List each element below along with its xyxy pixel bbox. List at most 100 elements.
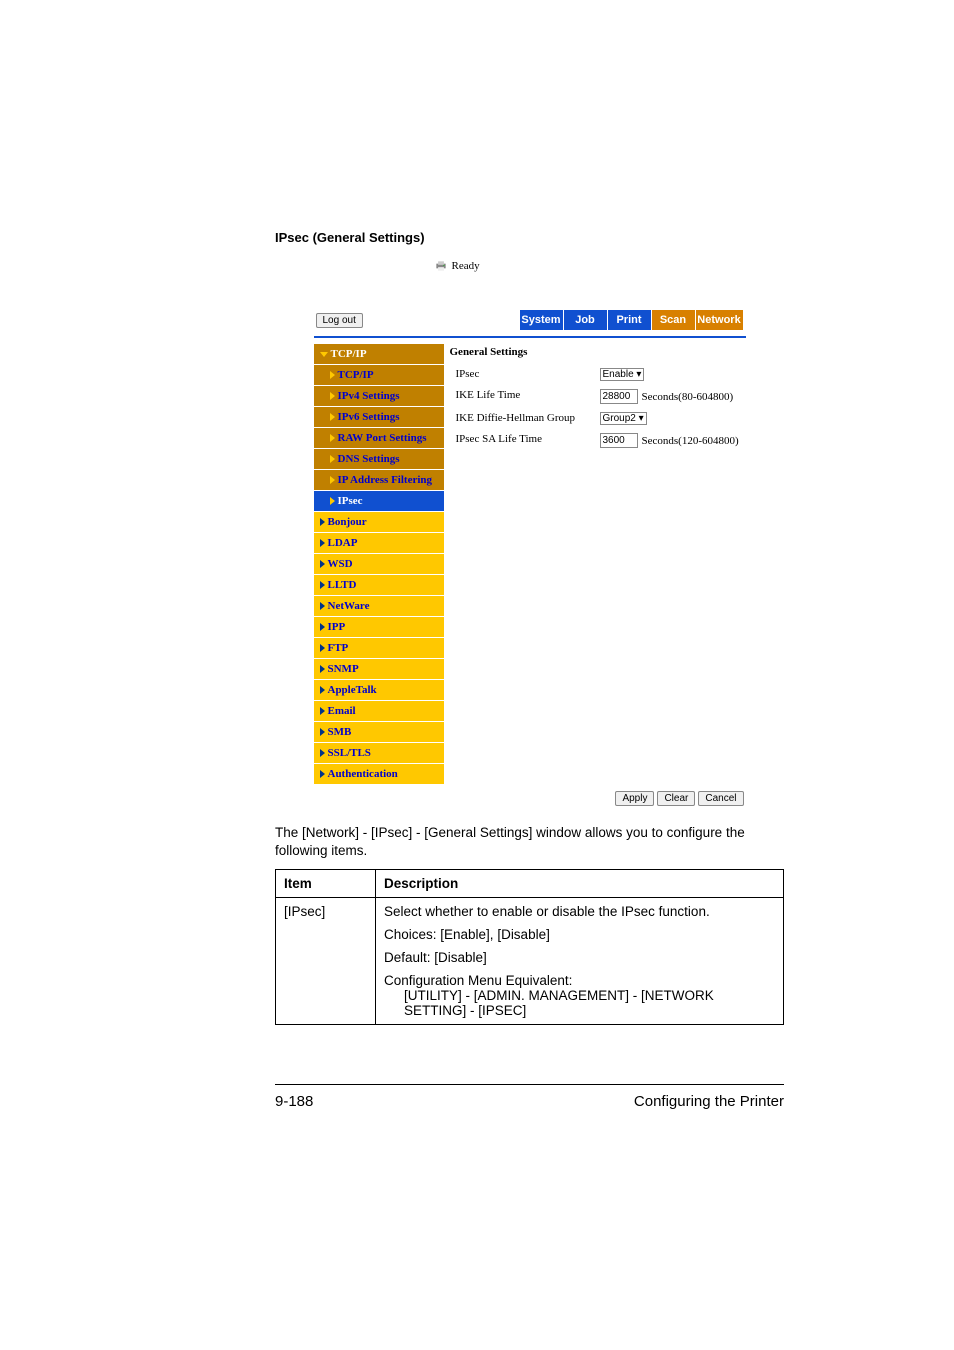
sidebar-item-label: TCP/IP	[338, 369, 374, 381]
sidebar-item-smb[interactable]: SMB	[314, 722, 444, 743]
sidebar-item-label: RAW Port Settings	[338, 432, 427, 444]
cfg-path: [UTILITY] - [ADMIN. MANAGEMENT] - [NETWO…	[384, 988, 775, 1018]
table-header-desc: Description	[376, 870, 784, 898]
desc-line: Default: [Disable]	[384, 950, 775, 965]
page-number: 9-188	[275, 1093, 313, 1110]
desc-line: Select whether to enable or disable the …	[384, 904, 775, 919]
sa-suffix: Seconds(120-604800)	[642, 435, 739, 447]
sidebar-item-label: IPv4 Settings	[338, 390, 400, 402]
tab-scan[interactable]: Scan	[652, 310, 696, 330]
sidebar-item-snmp[interactable]: SNMP	[314, 659, 444, 680]
triangle-icon	[320, 602, 325, 610]
form-label-sa: IPsec SA Life Time	[450, 433, 600, 448]
section-heading: IPsec (General Settings)	[275, 230, 784, 245]
sidebar-item-label: FTP	[328, 642, 349, 654]
sidebar-item-label: IP Address Filtering	[338, 474, 433, 486]
divider	[314, 336, 746, 338]
tab-network[interactable]: Network	[696, 310, 744, 330]
sidebar-item-label: WSD	[328, 558, 353, 570]
form-label-ike: IKE Life Time	[450, 389, 600, 404]
dh-group-select[interactable]: Group2 ▾	[600, 412, 647, 425]
sidebar-item-label: LDAP	[328, 537, 358, 549]
sidebar-item-ssltls[interactable]: SSL/TLS	[314, 743, 444, 764]
sidebar-item-label: SSL/TLS	[328, 747, 371, 759]
triangle-icon	[320, 749, 325, 757]
sidebar-item-label: Authentication	[328, 768, 398, 780]
triangle-icon	[320, 518, 325, 526]
sidebar-item-label: AppleTalk	[328, 684, 377, 696]
ike-suffix: Seconds(80-604800)	[642, 391, 734, 403]
embedded-screenshot: Ready Log out System Job Print Scan Netw…	[314, 257, 746, 806]
sidebar-group-tcpip[interactable]: TCP/IP	[314, 344, 444, 365]
triangle-icon	[330, 371, 335, 379]
triangle-icon	[330, 497, 335, 505]
triangle-icon	[320, 707, 325, 715]
sidebar-item-tcpip[interactable]: TCP/IP	[314, 365, 444, 386]
triangle-icon	[330, 392, 335, 400]
clear-button[interactable]: Clear	[657, 791, 695, 806]
sidebar-item-label: IPv6 Settings	[338, 411, 400, 423]
triangle-icon	[320, 770, 325, 778]
select-value: Enable	[603, 369, 634, 380]
info-table: Item Description [IPsec] Select whether …	[275, 869, 784, 1025]
sa-life-input[interactable]	[600, 433, 638, 448]
sidebar-item-ftp[interactable]: FTP	[314, 638, 444, 659]
sidebar: TCP/IP TCP/IP IPv4 Settings IPv6 Setting…	[314, 344, 444, 785]
sidebar-item-lltd[interactable]: LLTD	[314, 575, 444, 596]
sidebar-item-email[interactable]: Email	[314, 701, 444, 722]
table-cell-item: [IPsec]	[276, 898, 376, 1025]
triangle-icon	[320, 560, 325, 568]
sidebar-item-wsd[interactable]: WSD	[314, 554, 444, 575]
logout-button[interactable]: Log out	[316, 313, 363, 328]
sidebar-item-ldap[interactable]: LDAP	[314, 533, 444, 554]
select-value: Group2	[603, 413, 636, 424]
triangle-icon	[320, 539, 325, 547]
table-row: [IPsec] Select whether to enable or disa…	[276, 898, 784, 1025]
tab-job[interactable]: Job	[564, 310, 608, 330]
sidebar-item-ipv6[interactable]: IPv6 Settings	[314, 407, 444, 428]
sidebar-item-label: IPsec	[338, 495, 363, 507]
sidebar-item-dns[interactable]: DNS Settings	[314, 449, 444, 470]
ike-life-input[interactable]	[600, 389, 638, 404]
sidebar-item-bonjour[interactable]: Bonjour	[314, 512, 444, 533]
triangle-icon	[320, 686, 325, 694]
sidebar-item-netware[interactable]: NetWare	[314, 596, 444, 617]
triangle-icon	[330, 455, 335, 463]
description-text: The [Network] - [IPsec] - [General Setti…	[275, 824, 784, 859]
status-label: Ready	[452, 260, 480, 272]
triangle-icon	[330, 413, 335, 421]
chevron-down-icon	[320, 352, 328, 357]
sidebar-item-auth[interactable]: Authentication	[314, 764, 444, 785]
footer-title: Configuring the Printer	[634, 1093, 784, 1110]
sidebar-item-label: NetWare	[328, 600, 370, 612]
triangle-icon	[330, 434, 335, 442]
content-title: General Settings	[450, 346, 746, 358]
triangle-icon	[320, 644, 325, 652]
tab-bar: System Job Print Scan Network	[520, 310, 744, 330]
sidebar-item-label: LLTD	[328, 579, 357, 591]
table-cell-desc: Select whether to enable or disable the …	[376, 898, 784, 1025]
apply-button[interactable]: Apply	[615, 791, 654, 806]
sidebar-item-ipfilter[interactable]: IP Address Filtering	[314, 470, 444, 491]
sidebar-item-raw[interactable]: RAW Port Settings	[314, 428, 444, 449]
sidebar-item-ipp[interactable]: IPP	[314, 617, 444, 638]
triangle-icon	[320, 623, 325, 631]
desc-line: Choices: [Enable], [Disable]	[384, 927, 775, 942]
ipsec-select[interactable]: Enable ▾	[600, 368, 645, 381]
tab-print[interactable]: Print	[608, 310, 652, 330]
triangle-icon	[320, 728, 325, 736]
sidebar-item-label: IPP	[328, 621, 346, 633]
sidebar-item-label: Email	[328, 705, 356, 717]
sidebar-item-ipv4[interactable]: IPv4 Settings	[314, 386, 444, 407]
triangle-icon	[320, 665, 325, 673]
sidebar-item-label: SMB	[328, 726, 352, 738]
sidebar-item-appletalk[interactable]: AppleTalk	[314, 680, 444, 701]
form-label-dh: IKE Diffie-Hellman Group	[450, 412, 600, 425]
triangle-icon	[330, 476, 335, 484]
tab-system[interactable]: System	[520, 310, 564, 330]
cancel-button[interactable]: Cancel	[698, 791, 743, 806]
triangle-icon	[320, 581, 325, 589]
sidebar-item-ipsec[interactable]: IPsec	[314, 491, 444, 512]
sidebar-item-label: Bonjour	[328, 516, 367, 528]
sidebar-item-label: SNMP	[328, 663, 359, 675]
